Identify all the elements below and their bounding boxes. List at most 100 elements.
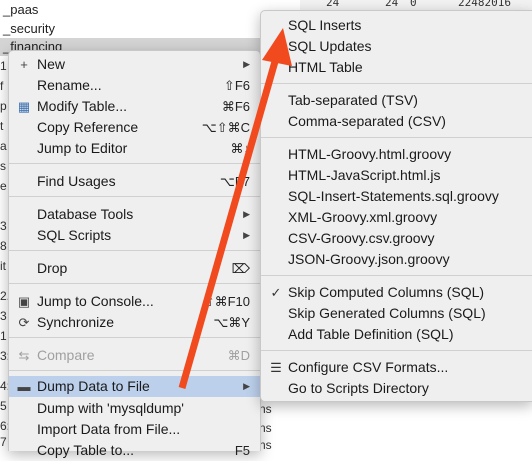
- submenu-item-label: CSV-Groovy.csv.groovy: [288, 230, 435, 246]
- submenu-item-html-table[interactable]: HTML Table: [261, 57, 532, 78]
- menu-separator: [261, 137, 532, 138]
- submenu-item-csv-groovy[interactable]: CSV-Groovy.csv.groovy: [261, 228, 532, 249]
- gutter-char: 7: [0, 435, 7, 449]
- submenu-item-add-table-definition[interactable]: Add Table Definition (SQL): [261, 324, 532, 345]
- submenu-item-label: HTML-JavaScript.html.js: [288, 167, 441, 183]
- submenu-item-label: SQL-Insert-Statements.sql.groovy: [288, 188, 499, 204]
- menu-separator: [9, 250, 260, 251]
- submenu-item-label: Tab-separated (TSV): [288, 92, 418, 108]
- menu-item-shortcut: ⌘↓: [230, 141, 251, 156]
- menu-item-import-data[interactable]: Import Data from File...: [9, 419, 260, 440]
- menu-item-dump-data-to-file[interactable]: ▬ Dump Data to File ▶: [9, 376, 260, 397]
- menu-item-shortcut: ⌘F6: [221, 99, 250, 114]
- compare-icon: ⇆: [18, 348, 30, 363]
- menu-separator: [9, 196, 260, 197]
- console-icon: ▣: [17, 294, 31, 309]
- menu-item-label: Import Data from File...: [37, 421, 181, 437]
- plus-icon: +: [20, 57, 28, 72]
- gutter-char: 3: [0, 219, 7, 233]
- menu-item-shortcut: ⌥⇧⌘C: [201, 120, 250, 135]
- menu-item-label: SQL Scripts: [37, 227, 112, 243]
- tree-item-schema[interactable]: _security: [3, 20, 55, 38]
- menu-item-shortcut: ⌥⌘Y: [213, 315, 250, 330]
- menu-item-shortcut: ⇧F6: [223, 78, 250, 93]
- menu-item-shortcut: ⌦: [231, 261, 250, 276]
- menu-item-copy-table[interactable]: Copy Table to... F5: [9, 440, 260, 461]
- menu-item-modify-table[interactable]: ▦ Modify Table... ⌘F6: [9, 96, 260, 117]
- submenu-item-skip-generated-columns[interactable]: Skip Generated Columns (SQL): [261, 303, 532, 324]
- grid-cell: 24: [326, 0, 340, 9]
- submenu-item-label: Comma-separated (CSV): [288, 113, 446, 129]
- menu-item-sql-scripts[interactable]: SQL Scripts ▶: [9, 225, 260, 246]
- submenu-item-label: JSON-Groovy.json.groovy: [288, 251, 450, 267]
- menu-item-copy-reference[interactable]: Copy Reference ⌥⇧⌘C: [9, 117, 260, 138]
- submenu-item-json-groovy[interactable]: JSON-Groovy.json.groovy: [261, 249, 532, 270]
- menu-separator: [9, 337, 260, 338]
- submenu-arrow-icon: ▶: [243, 59, 250, 69]
- submenu-arrow-icon: ▶: [243, 230, 250, 240]
- menu-separator: [261, 350, 532, 351]
- gutter-char: 1: [0, 59, 7, 73]
- menu-item-label: Dump with 'mysqldump': [37, 400, 184, 416]
- settings-sliders-icon: ☰: [270, 360, 282, 375]
- submenu-item-xml-groovy[interactable]: XML-Groovy.xml.groovy: [261, 207, 532, 228]
- submenu-arrow-icon: ▶: [243, 381, 250, 391]
- menu-item-label: Find Usages: [37, 173, 116, 189]
- menu-item-dump-with-mysqldump[interactable]: Dump with 'mysqldump': [9, 398, 260, 419]
- menu-item-jump-to-editor[interactable]: Jump to Editor ⌘↓: [9, 138, 260, 159]
- menu-item-jump-to-console[interactable]: ▣ Jump to Console... ⇧⌘F10: [9, 291, 260, 312]
- menu-item-label: Drop: [37, 260, 68, 276]
- submenu-item-sql-updates[interactable]: SQL Updates: [261, 36, 532, 57]
- menu-item-label: Jump to Console...: [37, 293, 154, 309]
- menu-item-label: Copy Table to...: [37, 442, 135, 458]
- context-menu: + New ▶ Rename... ⇧F6 ▦ Modify Table... …: [8, 50, 261, 458]
- submenu-item-sql-insert-statements[interactable]: SQL-Insert-Statements.sql.groovy: [261, 186, 532, 207]
- menu-item-shortcut: ⇧⌘F10: [203, 294, 250, 309]
- menu-item-label: Dump Data to File: [37, 378, 150, 394]
- grid-cell: 22482016: [458, 0, 511, 9]
- menu-separator: [261, 275, 532, 276]
- menu-item-synchronize[interactable]: ⟳ Synchronize ⌥⌘Y: [9, 312, 260, 333]
- menu-item-shortcut: ⌥F7: [219, 174, 250, 189]
- submenu-item-label: Skip Generated Columns (SQL): [288, 305, 486, 321]
- gutter-char: it: [0, 259, 6, 273]
- menu-item-shortcut: ⌘D: [227, 348, 250, 363]
- menu-item-new[interactable]: + New ▶: [9, 54, 260, 75]
- menu-item-label: Jump to Editor: [37, 140, 128, 156]
- submenu-item-skip-computed-columns[interactable]: ✓ Skip Computed Columns (SQL): [261, 282, 532, 303]
- dump-data-submenu: SQL Inserts SQL Updates HTML Table Tab-s…: [260, 10, 532, 402]
- menu-item-label: Modify Table...: [37, 98, 128, 114]
- submenu-item-label: SQL Updates: [288, 38, 372, 54]
- submenu-item-go-to-scripts-directory[interactable]: Go to Scripts Directory: [261, 378, 532, 399]
- gutter-char: 8: [0, 239, 7, 253]
- gutter-char: 5: [0, 399, 7, 413]
- menu-item-shortcut: F5: [234, 443, 250, 458]
- menu-item-label: Copy Reference: [37, 119, 139, 135]
- submenu-item-tsv[interactable]: Tab-separated (TSV): [261, 90, 532, 111]
- menu-item-label: Rename...: [37, 77, 102, 93]
- submenu-item-label: HTML-Groovy.html.groovy: [288, 146, 452, 162]
- submenu-item-sql-inserts[interactable]: SQL Inserts: [261, 15, 532, 36]
- menu-item-compare[interactable]: ⇆ Compare ⌘D: [9, 345, 260, 366]
- gutter-char: a: [0, 139, 7, 153]
- menu-item-label: Synchronize: [37, 314, 115, 330]
- submenu-item-csv[interactable]: Comma-separated (CSV): [261, 111, 532, 132]
- menu-item-rename[interactable]: Rename... ⇧F6: [9, 75, 260, 96]
- menu-item-find-usages[interactable]: Find Usages ⌥F7: [9, 171, 260, 192]
- menu-item-drop[interactable]: Drop ⌦: [9, 258, 260, 279]
- submenu-item-html-javascript[interactable]: HTML-JavaScript.html.js: [261, 165, 532, 186]
- menu-item-label: New: [37, 56, 66, 72]
- menu-separator: [9, 163, 260, 164]
- gutter-char: p: [0, 99, 7, 113]
- menu-item-database-tools[interactable]: Database Tools ▶: [9, 204, 260, 225]
- submenu-item-label: Configure CSV Formats...: [288, 359, 449, 375]
- submenu-item-label: XML-Groovy.xml.groovy: [288, 209, 438, 225]
- sync-icon: ⟳: [18, 315, 30, 330]
- submenu-item-html-groovy[interactable]: HTML-Groovy.html.groovy: [261, 144, 532, 165]
- tree-item-label: _security: [3, 21, 56, 36]
- save-icon: ▬: [17, 379, 31, 394]
- menu-item-label: Database Tools: [37, 206, 134, 222]
- submenu-arrow-icon: ▶: [243, 209, 250, 219]
- grid-cell: 0: [410, 0, 417, 9]
- submenu-item-configure-csv-formats[interactable]: ☰ Configure CSV Formats...: [261, 357, 532, 378]
